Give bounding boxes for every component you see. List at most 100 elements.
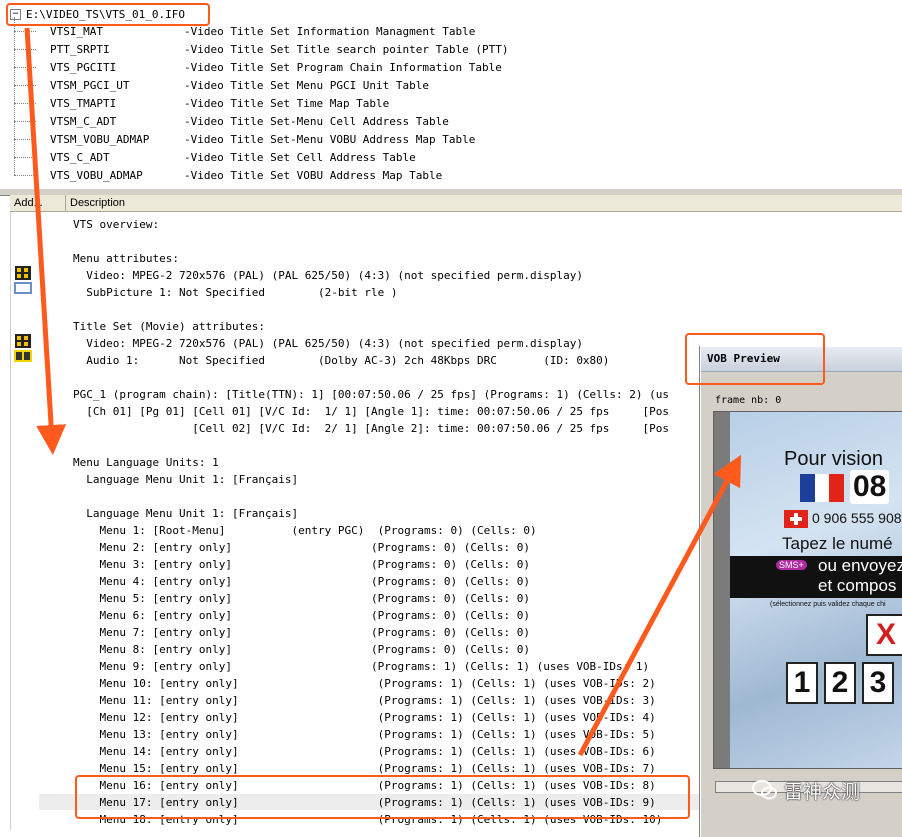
list-line[interactable]: Menu 4: [entry only] (Programs: 0) (Cell… [73, 573, 529, 590]
tree-root-label[interactable]: E:\VIDEO_TS\VTS_01_0.IFO [26, 8, 185, 21]
screen-text-1: Pour vision [784, 448, 883, 470]
column-header-description[interactable]: Description [66, 195, 902, 211]
list-line[interactable]: Menu attributes: [73, 250, 179, 267]
list-line[interactable]: Menu 14: [entry only] (Programs: 1) (Cel… [73, 743, 655, 760]
tree-item-description: -Video Title Set Program Chain Informati… [184, 60, 502, 74]
tree-item[interactable]: VTS_TMAPTI -Video Title Set Time Map Tabl… [14, 94, 389, 112]
list-line[interactable]: Menu 1: [Root-Menu] (entry PGC) (Program… [73, 522, 536, 539]
tree-item[interactable]: VTSM_C_ADT -Video Title Set-Menu Cell Add… [14, 112, 449, 130]
list-line[interactable]: Audio 1: Not Specified (Dolby AC-3) 2ch … [73, 352, 609, 369]
tree-connector [14, 102, 36, 104]
tree-item[interactable]: VTS_PGCITI -Video Title Set Program Chain… [14, 58, 502, 76]
collapse-icon[interactable]: − [10, 8, 21, 20]
tree-item-name: VTSM_PGCI_UT [50, 78, 130, 92]
tree-item-description: -Video Title Set Menu PGCI Unit Table [184, 78, 430, 92]
screen-text-5: ou envoyez [818, 556, 902, 575]
list-line[interactable]: Menu 6: [entry only] (Programs: 0) (Cell… [73, 607, 529, 624]
tree-item-name: VTSM_VOBU_ADMAP [50, 132, 150, 146]
list-line[interactable]: Video: MPEG-2 720x576 (PAL) (PAL 625/50)… [73, 267, 583, 284]
list-line[interactable]: Language Menu Unit 1: [Français] [73, 505, 298, 522]
list-line[interactable]: Menu 12: [entry only] (Programs: 1) (Cel… [73, 709, 655, 726]
tree-connector [14, 48, 36, 50]
tree-item-name: PTT_SRPTI [50, 42, 110, 56]
list-line[interactable]: VTS overview: [73, 216, 159, 233]
tree-item-description: -Video Title Set Cell Address Table [184, 150, 416, 164]
tree-connector [14, 66, 36, 68]
list-line[interactable]: SubPicture 1: Not Specified (2-bit rle ) [73, 284, 397, 301]
list-header: Add... Description [10, 195, 902, 212]
list-line[interactable]: Menu 15: [entry only] (Programs: 1) (Cel… [73, 760, 655, 777]
x-button: X [866, 614, 902, 656]
tree-item-name: VTSM_C_ADT [50, 114, 117, 128]
list-line[interactable]: Menu 8: [entry only] (Programs: 0) (Cell… [73, 641, 529, 658]
list-line[interactable]: [Cell 02] [V/C Id: 2/ 1] [Angle 2]: time… [73, 420, 669, 437]
list-line[interactable]: Menu Language Units: 1 [73, 454, 219, 471]
list-line[interactable]: Menu 2: [entry only] (Programs: 0) (Cell… [73, 539, 529, 556]
list-line[interactable]: Menu 7: [entry only] (Programs: 0) (Cell… [73, 624, 529, 641]
screen-text-3: 0 906 555 908 [812, 510, 902, 526]
list-line[interactable]: Menu 18: [entry only] (Programs: 1) (Cel… [73, 811, 662, 828]
vob-preview-titlebar[interactable]: VOB Preview [701, 347, 902, 372]
list-line[interactable]: Menu 11: [entry only] (Programs: 1) (Cel… [73, 692, 655, 709]
watermark-text: 雷神众测 [784, 780, 861, 803]
tree-item-description: -Video Title Set-Menu Cell Address Table [184, 114, 449, 128]
watermark: 雷神众测 [752, 776, 892, 804]
menu-preview-image: Pour vision 08 0 906 555 908 Tapez le nu… [730, 412, 902, 768]
french-flag-icon [800, 474, 844, 502]
tree-connector [14, 120, 36, 122]
tree-item[interactable]: VTSI_MAT -Video Title Set Information Man… [14, 22, 475, 40]
list-line[interactable]: Menu 16: [entry only] (Programs: 1) (Cel… [73, 777, 655, 794]
ifo-tree-pane: − E:\VIDEO_TS\VTS_01_0.IFO VTSI_MAT -Vide… [0, 0, 902, 189]
tree-item-name: VTS_TMAPTI [50, 96, 117, 110]
vob-preview-title: VOB Preview [707, 352, 780, 365]
sms-badge: SMS+ [776, 560, 807, 570]
list-line[interactable]: Menu 13: [entry only] (Programs: 1) (Cel… [73, 726, 655, 743]
list-line[interactable]: Menu 3: [entry only] (Programs: 0) (Cell… [73, 556, 529, 573]
tree-item-description: -Video Title Set Information Managment T… [184, 24, 476, 38]
frame-number-label: frame nb: 0 [715, 395, 782, 406]
tree-item[interactable]: PTT_SRPTI -Video Title Set Title search p… [14, 40, 509, 58]
tree-connector [14, 84, 36, 86]
tree-connector [14, 30, 36, 32]
tree-item[interactable]: VTS_VOBU_ADMAP -Video Title Set VOBU Addr… [14, 166, 442, 184]
tree-item-description: -Video Title Set-Menu VOBU Address Map T… [184, 132, 476, 146]
swiss-flag-icon [784, 510, 808, 528]
list-line[interactable]: Menu 9: [entry only] (Programs: 1) (Cell… [73, 658, 649, 675]
screen-text-7: (sélectionnez puis validez chaque chi [770, 601, 886, 608]
tree-item-name: VTS_VOBU_ADMAP [50, 168, 143, 182]
screen-text-4: Tapez le numé [782, 534, 893, 553]
tree-connector [14, 138, 36, 140]
list-line[interactable]: Title Set (Movie) attributes: [73, 318, 265, 335]
tree-item-description: -Video Title Set Title search pointer Ta… [184, 42, 509, 56]
screen-text-6: et compos [818, 576, 897, 595]
screen-text-2: 08 [850, 470, 890, 504]
tree-item-description: -Video Title Set VOBU Address Map Table [184, 168, 443, 182]
tree-connector [14, 174, 36, 176]
title-set-film-icon [14, 334, 32, 362]
tree-item[interactable]: VTS_C_ADT -Video Title Set Cell Address T… [14, 148, 416, 166]
wechat-logo-icon [752, 780, 777, 800]
tree-item-name: VTS_PGCITI [50, 60, 117, 74]
tree-item-description: -Video Title Set Time Map Table [184, 96, 390, 110]
tree-item[interactable]: VTSM_PGCI_UT -Video Title Set Menu PGCI U… [14, 76, 429, 94]
tree-connector [14, 156, 36, 158]
column-header-address[interactable]: Add... [10, 195, 66, 211]
menu-film-icon [14, 266, 32, 294]
list-line[interactable]: Video: MPEG-2 720x576 (PAL) (PAL 625/50)… [73, 335, 583, 352]
list-line[interactable]: Menu 17: [entry only] (Programs: 1) (Cel… [73, 794, 655, 811]
tree-item-name: VTSI_MAT [50, 24, 103, 38]
list-line[interactable]: PGC_1 (program chain): [Title(TTN): 1] [… [73, 386, 669, 403]
list-line[interactable]: [Ch 01] [Pg 01] [Cell 01] [V/C Id: 1/ 1]… [73, 403, 669, 420]
digit-key-2: 2 [824, 662, 856, 704]
tree-item-name: VTS_C_ADT [50, 150, 110, 164]
vob-preview-window[interactable]: VOB Preview frame nb: 0 Pour vision 08 0… [700, 346, 902, 837]
tree-item[interactable]: VTSM_VOBU_ADMAP -Video Title Set-Menu VOB… [14, 130, 475, 148]
list-line[interactable]: Menu 10: [entry only] (Programs: 1) (Cel… [73, 675, 655, 692]
digit-key-1: 1 [786, 662, 818, 704]
video-frame: Pour vision 08 0 906 555 908 Tapez le nu… [713, 411, 902, 769]
sms-banner: SMS+ ou envoyez et compos [730, 556, 902, 598]
list-line[interactable]: Menu 5: [entry only] (Programs: 0) (Cell… [73, 590, 529, 607]
list-line[interactable]: Language Menu Unit 1: [Français] [73, 471, 298, 488]
digit-key-3: 3 [862, 662, 894, 704]
tree-root-node[interactable]: − E:\VIDEO_TS\VTS_01_0.IFO [10, 6, 185, 22]
